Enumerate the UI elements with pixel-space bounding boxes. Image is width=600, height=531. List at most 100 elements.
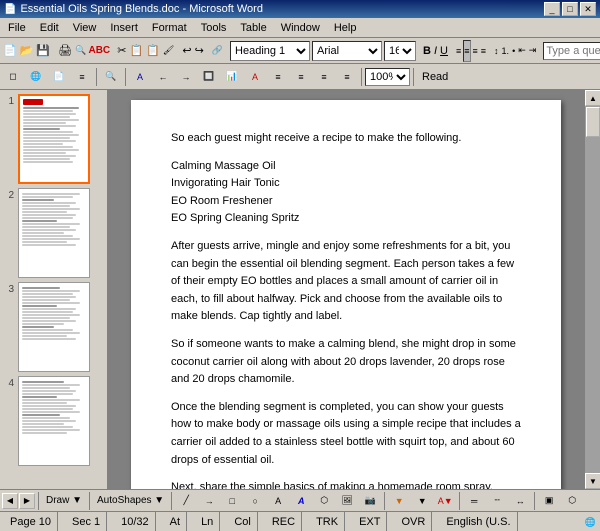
italic-button[interactable]: I xyxy=(433,40,438,62)
menu-edit[interactable]: Edit xyxy=(34,20,65,36)
read-button[interactable]: Read xyxy=(417,66,453,88)
scroll-down-button[interactable]: ▼ xyxy=(585,473,600,489)
picture-button[interactable]: 📷 xyxy=(359,490,381,512)
magnifier-button[interactable]: 🔍 xyxy=(100,66,122,88)
spell-button[interactable]: ABC xyxy=(88,40,110,62)
sec-label: Sec 1 xyxy=(72,516,100,528)
fill-color-button[interactable]: ▼ xyxy=(388,490,410,512)
format-painter-button[interactable]: 🖌 xyxy=(162,40,175,62)
dash-style-button[interactable]: ╌ xyxy=(486,490,508,512)
undo-button[interactable]: ↩ xyxy=(181,40,192,62)
tb2-b4[interactable]: 🔲 xyxy=(198,66,220,88)
thumbnail-2[interactable] xyxy=(18,188,90,278)
tb2-b8[interactable]: ≡ xyxy=(290,66,312,88)
arrow-style-button[interactable]: ↔ xyxy=(509,490,531,512)
print-button[interactable]: 🖨 xyxy=(57,40,73,62)
line-button[interactable]: ╱ xyxy=(175,490,197,512)
tb2-b7[interactable]: ≡ xyxy=(267,66,289,88)
redo-button[interactable]: ↪ xyxy=(194,40,205,62)
print-view-button[interactable]: 📄 xyxy=(48,66,70,88)
h-scroll-left[interactable]: ◀ xyxy=(2,493,18,509)
menu-insert[interactable]: Insert xyxy=(104,20,144,36)
autoshapes-button[interactable]: AutoShapes ▼ xyxy=(93,490,168,512)
page-thumb-2[interactable]: 2 xyxy=(4,188,103,278)
tb2-b10[interactable]: ≡ xyxy=(336,66,358,88)
print-preview-button[interactable]: 🔍 xyxy=(74,40,87,62)
font-dropdown[interactable]: Arial xyxy=(312,41,382,61)
minimize-button[interactable]: _ xyxy=(544,2,560,16)
underline-button[interactable]: U xyxy=(439,40,449,62)
menu-window[interactable]: Window xyxy=(275,20,326,36)
align-center-button[interactable]: ≡ xyxy=(463,40,470,62)
main-area: 1 xyxy=(0,90,600,489)
line-style-button[interactable]: ═ xyxy=(463,490,485,512)
page-thumb-1[interactable]: 1 xyxy=(4,94,103,184)
size-dropdown[interactable]: 16 xyxy=(384,41,416,61)
bottom-sep-2 xyxy=(89,492,90,510)
normal-view-button[interactable]: ◻ xyxy=(2,66,24,88)
tb2-b9[interactable]: ≡ xyxy=(313,66,335,88)
bottom-sep-5 xyxy=(459,492,460,510)
tb2-b1[interactable]: A xyxy=(129,66,151,88)
thumbnail-1[interactable] xyxy=(18,94,90,184)
open-button[interactable]: 📂 xyxy=(19,40,35,62)
cut-button[interactable]: ✂ xyxy=(116,40,127,62)
outline-view-button[interactable]: ≡ xyxy=(71,66,93,88)
lang-status: English (U.S. xyxy=(440,512,517,531)
thumbnail-3[interactable] xyxy=(18,282,90,372)
scroll-up-button[interactable]: ▲ xyxy=(585,90,600,106)
menu-help[interactable]: Help xyxy=(328,20,363,36)
wordart-button[interactable]: A xyxy=(290,490,312,512)
tb2-b2[interactable]: ← xyxy=(152,66,174,88)
vertical-scrollbar[interactable]: ▲ ▼ xyxy=(584,90,600,489)
draw-menu[interactable]: Draw ▼ xyxy=(42,490,86,512)
page-thumbnail-panel[interactable]: 1 xyxy=(0,90,108,489)
menu-format[interactable]: Format xyxy=(146,20,193,36)
new-button[interactable]: 📄 xyxy=(2,40,18,62)
tb2-b5[interactable]: 📊 xyxy=(221,66,243,88)
numbering-button[interactable]: 1. xyxy=(501,40,511,62)
save-button[interactable]: 💾 xyxy=(35,40,51,62)
shadow-button[interactable]: ▣ xyxy=(538,490,560,512)
bold-button[interactable]: B xyxy=(422,40,432,62)
tb2-b3[interactable]: → xyxy=(175,66,197,88)
3d-button[interactable]: ⬡ xyxy=(561,490,583,512)
scroll-thumb[interactable] xyxy=(586,107,600,137)
list-item-2: Invigorating Hair Tonic xyxy=(171,175,521,193)
arrow-button[interactable]: → xyxy=(198,490,220,512)
bottom-sep-6 xyxy=(534,492,535,510)
hyperlink-button[interactable]: 🔗 xyxy=(211,40,224,62)
zoom-dropdown[interactable]: 100% xyxy=(365,68,410,86)
menu-view[interactable]: View xyxy=(67,20,103,36)
help-search-input[interactable] xyxy=(543,42,600,60)
decrease-indent-button[interactable]: ⇤ xyxy=(517,40,527,62)
textbox-button[interactable]: A xyxy=(267,490,289,512)
close-button[interactable]: ✕ xyxy=(580,2,596,16)
h-scroll-right[interactable]: ▶ xyxy=(19,493,35,509)
rect-button[interactable]: □ xyxy=(221,490,243,512)
paste-button[interactable]: 📋 xyxy=(145,40,161,62)
thumbnail-4[interactable] xyxy=(18,376,90,466)
diagram-button[interactable]: ⬡ xyxy=(313,490,335,512)
increase-indent-button[interactable]: ⇥ xyxy=(528,40,538,62)
align-left-button[interactable]: ≡ xyxy=(455,40,462,62)
font-color-button[interactable]: A▼ xyxy=(434,490,456,512)
scroll-track[interactable] xyxy=(585,106,600,473)
copy-button[interactable]: 📋 xyxy=(129,40,145,62)
maximize-button[interactable]: □ xyxy=(562,2,578,16)
align-justify-button[interactable]: ≡ xyxy=(480,40,487,62)
oval-button[interactable]: ○ xyxy=(244,490,266,512)
page-thumb-4[interactable]: 4 xyxy=(4,376,103,466)
line-spacing-button[interactable]: ↕ xyxy=(493,40,500,62)
align-right-button[interactable]: ≡ xyxy=(472,40,479,62)
bullets-button[interactable]: • xyxy=(511,40,516,62)
clipart-button[interactable]: 🖼 xyxy=(336,490,358,512)
tb2-b6[interactable]: A xyxy=(244,66,266,88)
menu-tools[interactable]: Tools xyxy=(195,20,233,36)
web-view-button[interactable]: 🌐 xyxy=(25,66,47,88)
line-color-button[interactable]: ▼ xyxy=(411,490,433,512)
menu-table[interactable]: Table xyxy=(234,20,272,36)
style-dropdown[interactable]: Heading 1 xyxy=(230,41,310,61)
page-thumb-3[interactable]: 3 xyxy=(4,282,103,372)
menu-file[interactable]: File xyxy=(2,20,32,36)
